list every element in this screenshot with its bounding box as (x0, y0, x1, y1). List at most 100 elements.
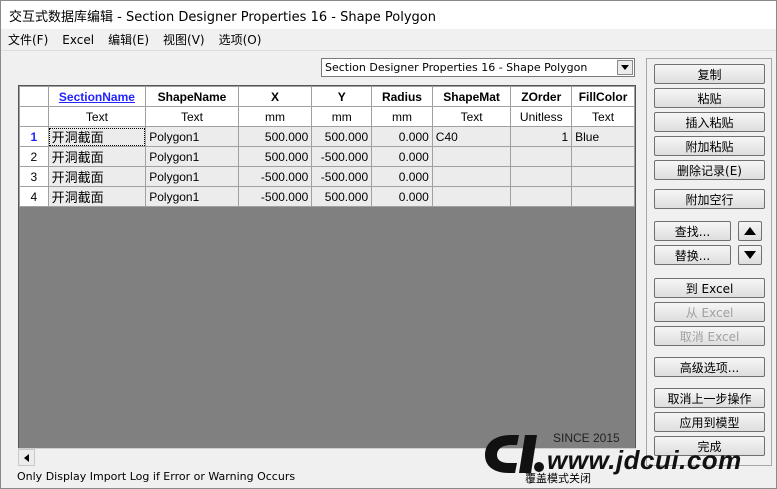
undo-button[interactable]: 取消上一步操作 (654, 388, 765, 408)
cancel-excel-button[interactable]: 取消 Excel (654, 326, 765, 346)
column-header[interactable]: FillColor (571, 86, 635, 107)
table-cell[interactable]: 开洞截面 (47, 186, 147, 207)
table-cell[interactable]: -500.000 (311, 146, 373, 167)
table-row: 4 开洞截面 Polygon1 -500.000 500.000 0.000 (19, 186, 635, 207)
menu-bar: 文件(F) Excel 编辑(E) 视图(V) 选项(O) (1, 29, 776, 51)
table-cell[interactable]: C40 (431, 126, 512, 147)
table-cell[interactable]: 0.000 (371, 166, 433, 187)
table-cell[interactable]: Polygon1 (145, 126, 239, 147)
row-number[interactable]: 1 (19, 126, 49, 147)
table-cell[interactable]: 500.000 (237, 146, 313, 167)
table-cell[interactable] (510, 146, 573, 167)
table-cell[interactable] (431, 146, 512, 167)
table-cell[interactable]: Polygon1 (145, 146, 239, 167)
units-row: Text Text mm mm mm Text Unitless Text (19, 106, 635, 127)
table-cell[interactable]: 1 (510, 126, 573, 147)
table-cell[interactable]: Polygon1 (145, 166, 239, 187)
status-import-log: Only Display Import Log if Error or Warn… (17, 470, 296, 483)
table-selector-dropdown[interactable]: Section Designer Properties 16 - Shape P… (321, 58, 635, 77)
table-cell[interactable] (510, 186, 573, 207)
unit-cell: Text (145, 106, 239, 127)
find-button[interactable]: 查找... (654, 221, 731, 241)
scroll-left-button[interactable] (18, 449, 35, 466)
table-cell[interactable]: -500.000 (237, 186, 313, 207)
status-bar: Only Display Import Log if Error or Warn… (1, 467, 776, 488)
paste-button[interactable]: 粘贴 (654, 88, 765, 108)
row-number[interactable]: 3 (19, 166, 49, 187)
arrow-up-icon (744, 227, 756, 235)
column-header[interactable]: X (237, 86, 313, 107)
data-table: SectionName ShapeName X Y Radius ShapeMa… (19, 86, 635, 207)
column-header[interactable]: ShapeMat (431, 86, 512, 107)
row-number[interactable]: 2 (19, 146, 49, 167)
table-cell[interactable]: 500.000 (311, 126, 373, 147)
app-window: 交互式数据库编辑 - Section Designer Properties 1… (0, 0, 777, 489)
row-number[interactable]: 4 (19, 186, 49, 207)
unit-cell: Text (431, 106, 512, 127)
table-cell[interactable] (571, 166, 635, 187)
menu-view[interactable]: 视图(V) (156, 30, 212, 50)
replace-button[interactable]: 替换... (654, 245, 731, 265)
column-header[interactable]: Radius (371, 86, 433, 107)
table-row: 3 开洞截面 Polygon1 -500.000 -500.000 0.000 (19, 166, 635, 187)
table-cell[interactable]: Polygon1 (145, 186, 239, 207)
column-header[interactable]: ShapeName (145, 86, 239, 107)
units-corner-cell (19, 106, 49, 127)
unit-cell: Text (571, 106, 635, 127)
table-cell[interactable]: 开洞截面 (47, 126, 147, 147)
apply-to-model-button[interactable]: 应用到模型 (654, 412, 765, 432)
table-cell[interactable] (431, 186, 512, 207)
unit-cell: Unitless (510, 106, 573, 127)
header-row: SectionName ShapeName X Y Radius ShapeMa… (19, 86, 635, 107)
table-cell[interactable]: 开洞截面 (47, 166, 147, 187)
move-up-button[interactable] (738, 221, 762, 241)
horizontal-scrollbar[interactable] (18, 448, 636, 466)
menu-edit[interactable]: 编辑(E) (101, 30, 156, 50)
unit-cell: mm (237, 106, 313, 127)
action-panel: 复制 粘贴 插入粘贴 附加粘贴 删除记录(E) 附加空行 查找... 替换...… (646, 58, 772, 466)
data-grid: SectionName ShapeName X Y Radius ShapeMa… (18, 85, 636, 466)
menu-file[interactable]: 文件(F) (1, 30, 55, 50)
table-cell[interactable]: -500.000 (237, 166, 313, 187)
table-cell[interactable]: -500.000 (311, 166, 373, 187)
table-cell[interactable]: 0.000 (371, 186, 433, 207)
table-cell[interactable]: 0.000 (371, 146, 433, 167)
table-cell[interactable]: Blue (571, 126, 635, 147)
corner-cell[interactable] (19, 86, 49, 107)
table-cell[interactable]: 500.000 (237, 126, 313, 147)
chevron-down-icon (621, 65, 629, 70)
unit-cell: mm (311, 106, 373, 127)
table-cell[interactable]: 开洞截面 (47, 146, 147, 167)
menu-excel[interactable]: Excel (55, 30, 101, 50)
move-down-button[interactable] (738, 245, 762, 265)
table-cell[interactable]: 0.000 (371, 126, 433, 147)
column-header[interactable]: Y (311, 86, 373, 107)
column-header[interactable]: ZOrder (510, 86, 573, 107)
table-cell[interactable]: 500.000 (311, 186, 373, 207)
unit-cell: mm (371, 106, 433, 127)
arrow-down-icon (744, 251, 756, 259)
delete-records-button[interactable]: 删除记录(E) (654, 160, 765, 180)
table-cell[interactable] (510, 166, 573, 187)
append-empty-rows-button[interactable]: 附加空行 (654, 189, 765, 209)
table-cell[interactable] (571, 146, 635, 167)
table-row: 1 开洞截面 Polygon1 500.000 500.000 0.000 C4… (19, 126, 635, 147)
table-selector-value: Section Designer Properties 16 - Shape P… (325, 61, 588, 74)
table-cell[interactable] (571, 186, 635, 207)
copy-button[interactable]: 复制 (654, 64, 765, 84)
column-header[interactable]: SectionName (47, 86, 147, 107)
menu-options[interactable]: 选项(O) (212, 30, 269, 50)
chevron-left-icon (24, 453, 29, 462)
to-excel-button[interactable]: 到 Excel (654, 278, 765, 298)
dropdown-arrow-button[interactable] (617, 60, 633, 75)
status-overwrite-mode: 覆盖模式关闭 (525, 472, 591, 485)
title-bar: 交互式数据库编辑 - Section Designer Properties 1… (1, 1, 776, 29)
insert-paste-button[interactable]: 插入粘贴 (654, 112, 765, 132)
table-row: 2 开洞截面 Polygon1 500.000 -500.000 0.000 (19, 146, 635, 167)
from-excel-button[interactable]: 从 Excel (654, 302, 765, 322)
append-paste-button[interactable]: 附加粘贴 (654, 136, 765, 156)
unit-cell: Text (47, 106, 147, 127)
table-cell[interactable] (431, 166, 512, 187)
advanced-options-button[interactable]: 高级选项... (654, 357, 765, 377)
done-button[interactable]: 完成 (654, 436, 765, 456)
